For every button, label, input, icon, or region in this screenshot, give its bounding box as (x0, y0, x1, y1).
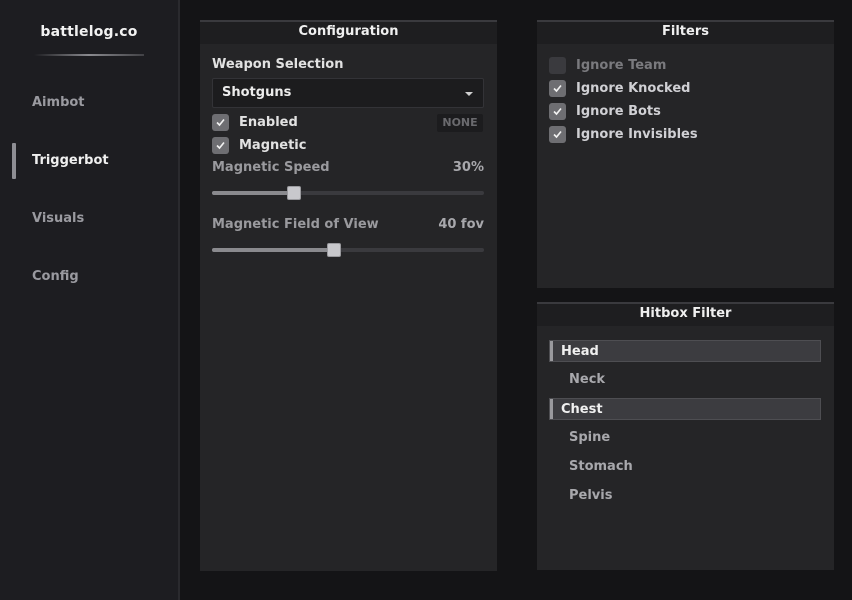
ignore-bots-checkbox[interactable] (549, 103, 566, 120)
app-logo: battlelog.co (40, 24, 138, 40)
weapon-selection-label: Weapon Selection (212, 57, 344, 72)
filters-panel: Filters Ignore Team Ignore Knocked Ignor… (537, 20, 834, 288)
filters-panel-title: Filters (537, 22, 834, 44)
sidebar: battlelog.co Aimbot Triggerbot Visuals C… (0, 0, 178, 600)
magnetic-speed-slider-thumb[interactable] (287, 186, 301, 200)
magnetic-speed-label: Magnetic Speed (212, 160, 330, 175)
sidebar-item-config[interactable]: Config (32, 269, 79, 284)
ignore-team-label: Ignore Team (576, 58, 667, 73)
hitbox-item-label: Spine (569, 430, 611, 445)
hitbox-item-neck[interactable]: Neck (549, 369, 821, 391)
magnetic-speed-value: 30% (452, 160, 484, 175)
hitbox-item-label: Stomach (569, 459, 633, 474)
sidebar-item-aimbot[interactable]: Aimbot (32, 95, 85, 110)
check-icon (553, 84, 562, 93)
hitbox-item-chest[interactable]: Chest (549, 398, 821, 420)
logo-underline (34, 54, 144, 56)
weapon-selected-value: Shotguns (222, 85, 292, 100)
keybind-button[interactable]: NONE (437, 114, 483, 132)
magnetic-checkbox[interactable] (212, 137, 229, 154)
hitbox-item-pelvis[interactable]: Pelvis (549, 485, 821, 507)
magnetic-speed-slider-fill (212, 191, 294, 195)
hitbox-filter-panel-title: Hitbox Filter (537, 304, 834, 326)
check-icon (553, 107, 562, 116)
hitbox-item-stomach[interactable]: Stomach (549, 456, 821, 478)
ignore-invisibles-label: Ignore Invisibles (576, 127, 698, 142)
enabled-checkbox[interactable] (212, 114, 229, 131)
hitbox-item-label: Head (561, 344, 599, 359)
configuration-panel: Configuration Weapon Selection Shotguns … (200, 20, 497, 571)
magnetic-fov-label: Magnetic Field of View (212, 217, 379, 232)
magnetic-fov-slider-fill (212, 248, 334, 252)
ignore-knocked-label: Ignore Knocked (576, 81, 691, 96)
magnetic-fov-slider-thumb[interactable] (327, 243, 341, 257)
check-icon (553, 130, 562, 139)
magnetic-fov-slider[interactable] (212, 243, 484, 257)
chevron-down-icon (465, 92, 473, 96)
sidebar-item-visuals[interactable]: Visuals (32, 211, 84, 226)
hitbox-item-label: Pelvis (569, 488, 613, 503)
magnetic-speed-slider[interactable] (212, 186, 484, 200)
check-icon (216, 118, 225, 127)
hitbox-item-head[interactable]: Head (549, 340, 821, 362)
configuration-panel-title: Configuration (200, 22, 497, 44)
sidebar-item-triggerbot[interactable]: Triggerbot (32, 153, 109, 168)
check-icon (216, 141, 225, 150)
hitbox-item-spine[interactable]: Spine (549, 427, 821, 449)
enabled-label: Enabled (239, 115, 298, 130)
hitbox-item-label: Neck (569, 372, 606, 387)
ignore-knocked-checkbox[interactable] (549, 80, 566, 97)
hitbox-filter-panel: Hitbox Filter Head Neck Chest Spine Stom… (537, 302, 834, 570)
ignore-team-checkbox[interactable] (549, 57, 566, 74)
sidebar-divider (178, 0, 180, 600)
magnetic-fov-value: 40 fov (438, 217, 484, 232)
hitbox-item-label: Chest (561, 402, 603, 417)
ignore-invisibles-checkbox[interactable] (549, 126, 566, 143)
weapon-selection-dropdown[interactable]: Shotguns (212, 78, 484, 108)
magnetic-label: Magnetic (239, 138, 307, 153)
ignore-bots-label: Ignore Bots (576, 104, 661, 119)
active-nav-indicator (12, 143, 16, 179)
